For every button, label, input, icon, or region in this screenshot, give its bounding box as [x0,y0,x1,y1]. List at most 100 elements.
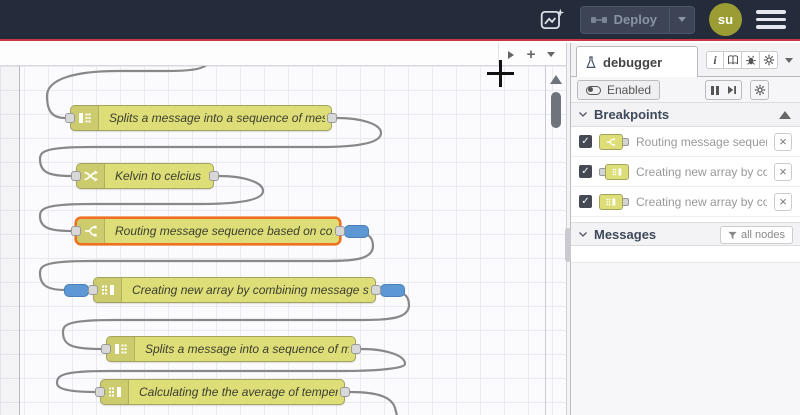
add-flow-button[interactable]: + [521,43,541,66]
messages-title: Messages [594,226,657,242]
user-avatar[interactable]: su [709,3,742,36]
join-icon [101,285,114,295]
image-sparkle-icon [540,8,564,29]
header-bar: Deploy su [0,0,800,41]
flow-node-switch[interactable]: Routing message sequence based on condit… [71,218,369,244]
enabled-label: Enabled [607,83,652,97]
node-input-port[interactable] [71,171,81,181]
node-label: Creating new array by combining message … [132,283,369,297]
join-icon [605,163,629,180]
breakpoint-label: Creating new array by combining message … [636,194,767,209]
node-output-port[interactable] [340,387,350,397]
canvas-scroll-up-button[interactable] [550,75,562,84]
plus-icon: + [526,46,536,63]
step-button[interactable] [723,80,742,100]
flow-node-join[interactable]: Creating new array by combining message … [64,277,405,303]
breakpoint-row[interactable]: ✓ Routing message sequence based on cond… [571,127,800,157]
breakpoint-row[interactable]: ✓ Creating new array by combining messag… [571,187,800,217]
breakpoints-section-header[interactable]: Breakpoints [571,103,800,127]
breakpoint-row[interactable]: ✓ Creating new array by combining messag… [571,157,800,187]
node-output-port[interactable] [371,285,381,295]
node-label: Splits a message into a sequence of mess… [145,342,349,356]
switch-icon [77,219,105,243]
sidebar-tab-strip: debugger i [571,43,800,77]
gear-icon [763,54,774,66]
assistant-image-button[interactable] [538,7,566,33]
node-output-port[interactable] [327,113,337,123]
flow-node-join[interactable]: Calculating the the average of temperatu… [95,379,350,405]
pause-icon [710,85,719,95]
split-icon [107,337,135,361]
remove-breakpoint-button[interactable]: × [774,162,792,181]
sidebar-scroll-up-button[interactable] [779,111,791,119]
breakpoint-checkbox[interactable]: ✓ [579,165,592,178]
deploy-node-icon [590,16,607,23]
node-label: Splits a message into a sequence of mess… [109,111,325,125]
toggle-icon [586,85,601,95]
help-tab-button[interactable] [724,51,742,69]
node-output-port[interactable] [351,344,361,354]
node-input-port[interactable] [101,344,111,354]
info-icon: i [713,52,717,67]
breakpoint-checkbox[interactable]: ✓ [579,135,592,148]
flow-node-split[interactable]: Splits a message into a sequence of mess… [65,105,337,131]
deploy-options-button[interactable] [669,6,694,33]
canvas-scrollbar-thumb[interactable] [551,92,561,128]
pause-button[interactable] [705,80,724,100]
remove-breakpoint-button[interactable]: × [774,192,792,211]
debugger-settings-button[interactable] [750,80,769,100]
flow-node-split[interactable]: Splits a message into a sequence of mess… [101,336,361,362]
breakpoints-list: ✓ Routing message sequence based on cond… [571,127,800,217]
tab-debugger[interactable]: debugger [576,46,698,77]
deploy-button[interactable]: Deploy [579,5,695,34]
remove-breakpoint-button[interactable]: × [774,132,792,151]
flow-list-button[interactable] [541,43,561,66]
hamburger-icon [756,10,786,14]
join-icon [94,278,122,302]
debugger-enabled-toggle[interactable]: Enabled [577,80,661,100]
flow-node-change[interactable]: Kelvin to celcius [71,163,219,189]
chevron-down-icon [579,112,587,117]
breakpoint-badge[interactable] [344,225,369,238]
node-input-port[interactable] [95,387,105,397]
breakpoint-badge[interactable] [64,284,89,297]
node-output-port[interactable] [335,226,345,236]
info-tab-button[interactable]: i [706,51,724,69]
breakpoint-checkbox[interactable]: ✓ [579,195,592,208]
chevron-down-icon [678,17,686,22]
messages-section-header[interactable]: Messages all nodes [571,222,800,246]
node-input-port[interactable] [88,285,98,295]
join-icon [599,193,623,210]
messages-filter-button[interactable]: all nodes [719,226,793,244]
flask-icon [586,55,596,68]
debug-tab-button[interactable] [742,51,760,69]
step-forward-icon [728,86,736,94]
chevron-down-icon [579,231,587,237]
switch-icon [599,133,623,150]
wire[interactable] [348,390,399,415]
switch-icon [84,225,97,237]
sidebar-tab-menu-button[interactable] [780,51,798,69]
join-icon [101,380,129,404]
avatar-initials: su [717,12,734,27]
funnel-icon [728,231,737,239]
split-icon [114,344,126,354]
breakpoint-badge[interactable] [380,284,405,297]
crosshair-cursor [499,60,502,87]
scroll-tabs-right-button[interactable] [501,43,521,66]
main-menu-button[interactable] [756,6,786,33]
node-input-port[interactable] [71,226,81,236]
node-output-port[interactable] [209,171,219,181]
settings-tab-button[interactable] [760,51,778,69]
node-input-port[interactable] [65,113,75,123]
split-icon [78,113,90,123]
join-icon [612,167,622,176]
flow-tabbar: + [0,43,566,66]
sidebar-splitter-handle[interactable] [565,228,571,262]
node-label: Calculating the the average of temperatu… [139,385,338,399]
deploy-label: Deploy [613,12,657,27]
change-icon [83,170,98,182]
gear-icon [754,84,765,96]
flow-canvas[interactable]: Splits a message into a sequence of mess… [0,66,566,415]
split-icon [71,106,99,130]
